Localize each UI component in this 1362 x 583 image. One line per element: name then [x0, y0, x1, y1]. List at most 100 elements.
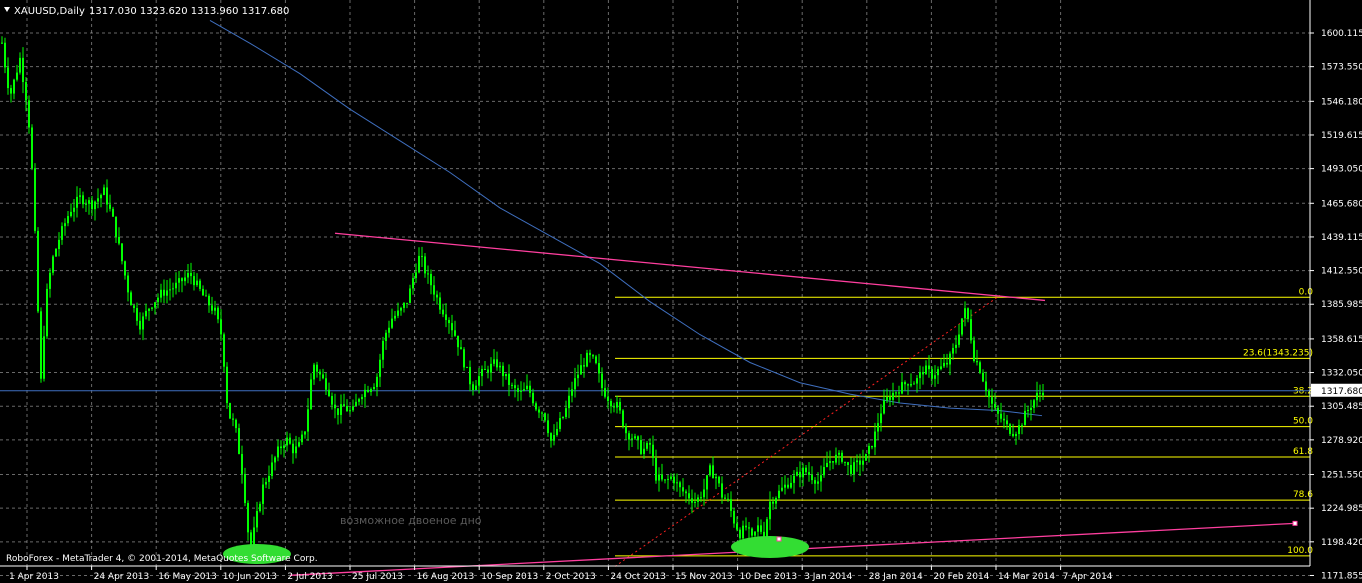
- candle-body: [199, 280, 201, 289]
- double-bottom-marker-2: [731, 536, 809, 558]
- candle-body: [448, 320, 450, 324]
- candle-body: [157, 297, 159, 303]
- candle-body: [907, 384, 909, 386]
- candle-body: [466, 366, 468, 368]
- candle-body: [76, 196, 78, 208]
- candle-body: [460, 347, 462, 350]
- candle-body: [985, 381, 987, 391]
- candle-body: [244, 473, 246, 503]
- candle-body: [982, 372, 984, 382]
- candle-body: [292, 443, 294, 454]
- candle-body: [433, 285, 435, 295]
- candle-body: [664, 479, 666, 481]
- candle-body: [769, 501, 771, 520]
- candle-body: [349, 410, 351, 412]
- candle-body: [928, 365, 930, 370]
- candle-body: [337, 408, 339, 415]
- candle-body: [85, 203, 87, 205]
- candle-body: [55, 248, 57, 257]
- candle-body: [214, 307, 216, 311]
- candle-body: [223, 334, 225, 367]
- y-tick-label: 1519.615: [1321, 131, 1362, 141]
- candle-body: [934, 375, 936, 379]
- candle-body: [931, 369, 933, 379]
- candle-body: [766, 519, 768, 538]
- candle-body: [1003, 418, 1005, 421]
- candle-body: [613, 406, 615, 408]
- candle-body: [358, 399, 360, 402]
- x-tick-label: 1 Apr 2013: [9, 572, 59, 582]
- candle-body: [226, 366, 228, 404]
- candle-body: [415, 272, 417, 279]
- candle-body: [559, 418, 561, 429]
- candle-body: [583, 365, 585, 367]
- candle-body: [565, 408, 567, 417]
- candle-body: [493, 359, 495, 364]
- candle-body: [646, 442, 648, 449]
- candle-body: [25, 82, 27, 101]
- candle-body: [391, 318, 393, 328]
- candle-body: [346, 406, 348, 412]
- candle-body: [544, 413, 546, 421]
- candle-body: [256, 511, 258, 528]
- candle-body: [676, 482, 678, 484]
- candle-body: [748, 527, 750, 529]
- candle-body: [64, 223, 66, 227]
- candle-body: [841, 452, 843, 462]
- candle-body: [973, 340, 975, 362]
- candle-body: [355, 401, 357, 407]
- candle-body: [688, 493, 690, 499]
- candle-body: [940, 366, 942, 370]
- candle-body: [406, 302, 408, 304]
- candle-body: [424, 256, 426, 274]
- candle-body: [556, 428, 558, 436]
- candle-body: [937, 369, 939, 376]
- candle-body: [796, 471, 798, 476]
- candle-body: [784, 484, 786, 488]
- candle-body: [523, 389, 525, 391]
- candle-body: [802, 467, 804, 478]
- candle-body: [541, 412, 543, 414]
- copyright-text: RoboForex - MetaTrader 4, © 2001-2014, M…: [6, 554, 318, 564]
- candle-body: [721, 483, 723, 498]
- candle-body: [601, 373, 603, 389]
- candle-body: [958, 334, 960, 345]
- candle-body: [385, 332, 387, 341]
- candle-body: [241, 453, 243, 474]
- candle-body: [163, 289, 165, 296]
- candle-body: [919, 372, 921, 379]
- candle-body: [130, 292, 132, 306]
- candle-body: [772, 501, 774, 504]
- candle-body: [1015, 434, 1017, 437]
- x-tick-label: 15 Nov 2013: [675, 572, 733, 582]
- candle-body: [268, 475, 270, 482]
- candle-body: [289, 437, 291, 444]
- candle-body: [190, 272, 192, 277]
- candle-body: [442, 309, 444, 315]
- xauusd-daily-chart[interactable]: 0.023.6(1343.235)38.250.061.878.6100.0 1…: [0, 0, 1362, 583]
- y-tick-label: 1439.115: [1321, 233, 1362, 243]
- candle-body: [232, 418, 234, 420]
- candle-body: [598, 363, 600, 374]
- candle-body: [148, 308, 150, 311]
- candle-body: [217, 307, 219, 320]
- candle-body: [91, 200, 93, 210]
- candle-body: [379, 359, 381, 377]
- candle-body: [778, 490, 780, 499]
- candle-body: [580, 365, 582, 375]
- y-tick-label: 1493.050: [1321, 165, 1362, 175]
- candle-body: [451, 323, 453, 331]
- candle-body: [814, 480, 816, 484]
- candle-body: [499, 365, 501, 368]
- candle-body: [313, 364, 315, 380]
- candle-body: [262, 484, 264, 504]
- candle-body: [1042, 392, 1044, 396]
- candle-body: [607, 396, 609, 402]
- y-tick-label: 1600.115: [1321, 29, 1362, 39]
- candle-body: [682, 487, 684, 492]
- candle-body: [808, 472, 810, 475]
- candle-body: [43, 336, 45, 379]
- candle-body: [334, 404, 336, 409]
- candle-body: [883, 400, 885, 414]
- candle-body: [154, 302, 156, 308]
